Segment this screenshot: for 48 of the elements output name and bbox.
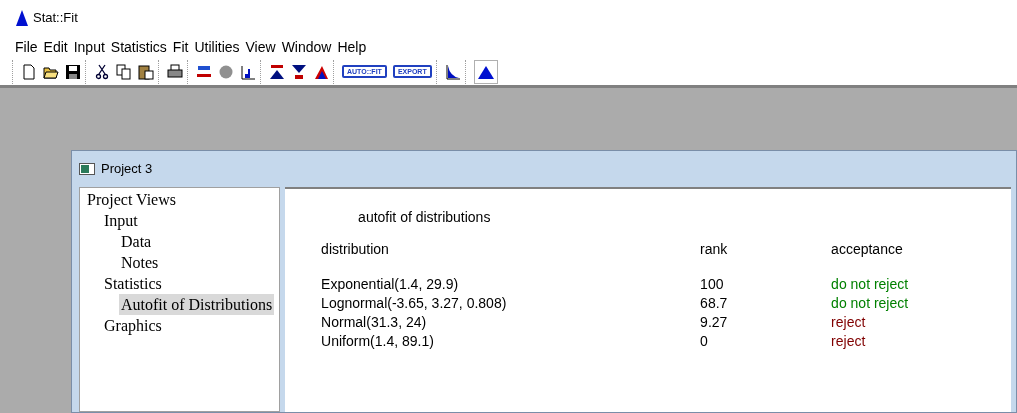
- up-triangle-icon[interactable]: [269, 63, 285, 80]
- menu-item[interactable]: View: [242, 36, 279, 58]
- table-cell-text: Exponential(1.4, 29.9): [321, 275, 460, 294]
- distribution-shape-button[interactable]: [473, 59, 498, 84]
- column-header: rank: [700, 240, 729, 259]
- table-cell-text: 9.27: [700, 313, 729, 332]
- table-cell-text: Uniform(1.4, 89.1): [321, 332, 435, 351]
- menu-item[interactable]: File: [12, 36, 41, 58]
- menu-item[interactable]: Window: [278, 36, 335, 58]
- window-icon: [79, 163, 95, 175]
- tree-item[interactable]: Statistics: [102, 273, 164, 294]
- tree-item[interactable]: Data: [119, 231, 154, 252]
- column-header: acceptance: [831, 240, 904, 259]
- down-triangle-icon[interactable]: [291, 63, 307, 80]
- table-cell-text: reject: [831, 332, 867, 351]
- bar-icon[interactable]: [196, 63, 212, 80]
- menu-item[interactable]: Statistics: [107, 36, 170, 58]
- table-cell-text: do not reject: [831, 275, 910, 294]
- tree-item[interactable]: Notes: [119, 252, 161, 273]
- project-window-title: Project 3: [101, 160, 153, 179]
- decay-curve-icon[interactable]: [444, 63, 461, 80]
- menu-item[interactable]: Input: [70, 36, 108, 58]
- tree-item[interactable]: Graphics: [102, 315, 164, 336]
- menu-item[interactable]: Fit: [169, 36, 192, 58]
- scissors-icon[interactable]: [94, 63, 110, 80]
- window-title: Stat::Fit: [33, 9, 78, 28]
- table-cell-text: do not reject: [831, 294, 910, 313]
- printer-icon[interactable]: [167, 63, 183, 80]
- report-heading: autofit of distributions: [357, 208, 492, 227]
- table-cell-text: 100: [700, 275, 725, 294]
- tree-item[interactable]: Input: [102, 210, 140, 231]
- table-cell-text: 0: [700, 332, 709, 351]
- clipboard-icon[interactable]: [138, 63, 154, 80]
- column-header: distribution: [321, 240, 390, 259]
- table-cell-text: Normal(31.3, 24): [321, 313, 428, 332]
- table-cell-text: Lognormal(-3.65, 3.27, 0.808): [321, 294, 508, 313]
- table-cell-text: 68.7: [700, 294, 729, 313]
- menu-item[interactable]: Help: [334, 36, 370, 58]
- tree-item[interactable]: Autofit of Distributions: [119, 294, 275, 315]
- new-file-icon[interactable]: [21, 63, 37, 80]
- copy-icon[interactable]: [116, 63, 132, 80]
- circle-icon[interactable]: [218, 63, 234, 80]
- app-logo-icon: [16, 10, 28, 26]
- menu-item[interactable]: Utilities: [191, 36, 243, 58]
- menu-item[interactable]: Edit: [40, 36, 71, 58]
- table-cell-text: reject: [831, 313, 867, 332]
- tree-item[interactable]: Project Views: [85, 189, 178, 210]
- histogram-icon[interactable]: [240, 63, 256, 80]
